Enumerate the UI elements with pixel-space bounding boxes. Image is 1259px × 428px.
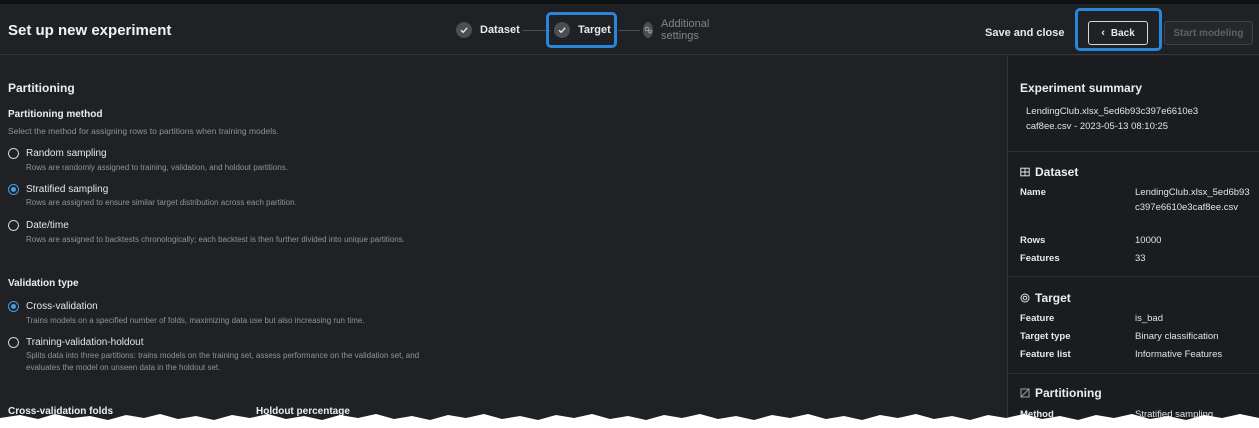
torn-edge bbox=[0, 414, 1259, 428]
target-feature-value: is_bad bbox=[1135, 313, 1163, 324]
experiment-summary-panel: Experiment summary LendingClub.xlsx_5ed6… bbox=[1008, 56, 1259, 428]
section-label: Target bbox=[1035, 291, 1071, 305]
dataset-name-value: LendingClub.xlsx_5ed6b93c397e6610e3caf8e… bbox=[1135, 187, 1250, 213]
partitioning-method-title: Partitioning method bbox=[8, 109, 103, 120]
option-desc: Splits data into three partitions: train… bbox=[26, 351, 420, 360]
step-connector bbox=[618, 30, 640, 31]
partitioning-title: Partitioning bbox=[8, 81, 75, 95]
radio-label: Stratified sampling bbox=[26, 184, 109, 195]
radio-random-sampling[interactable]: Random sampling bbox=[8, 148, 107, 159]
radio-button[interactable] bbox=[8, 184, 19, 195]
header: Set up new experiment Dataset Target Add… bbox=[0, 4, 1259, 55]
dataset-features-value: 33 bbox=[1135, 253, 1146, 264]
radio-date-time[interactable]: Date/time bbox=[8, 220, 69, 231]
section-separator bbox=[1008, 373, 1259, 374]
dataset-features-key: Features bbox=[1020, 253, 1060, 264]
dataset-name-key: Name bbox=[1020, 187, 1046, 198]
target-feature-list-key: Feature list bbox=[1020, 349, 1071, 360]
radio-label: Training-validation-holdout bbox=[26, 337, 144, 348]
step-label: Dataset bbox=[480, 24, 520, 36]
step-label: Target bbox=[578, 24, 611, 36]
option-desc: evaluates the model on unseen data in th… bbox=[26, 363, 221, 372]
save-and-close-button[interactable]: Save and close bbox=[985, 27, 1065, 39]
step-connector bbox=[522, 30, 550, 31]
table-icon bbox=[1020, 167, 1030, 177]
option-desc: Trains models on a specified number of f… bbox=[26, 316, 365, 325]
chevron-left-icon: ‹ bbox=[1101, 27, 1105, 39]
partitioning-section-title: Partitioning bbox=[1020, 386, 1102, 400]
summary-file-line1: LendingClub.xlsx_5ed6b93c397e6610e3 bbox=[1026, 106, 1199, 117]
radio-button[interactable] bbox=[8, 337, 19, 348]
radio-training-validation-holdout[interactable]: Training-validation-holdout bbox=[8, 337, 143, 348]
step-dataset[interactable]: Dataset bbox=[456, 21, 520, 39]
radio-label: Date/time bbox=[26, 220, 69, 231]
section-separator bbox=[1008, 276, 1259, 277]
step-target[interactable]: Target bbox=[554, 21, 611, 39]
target-type-value: Binary classification bbox=[1135, 331, 1219, 342]
check-icon bbox=[456, 22, 472, 38]
option-desc: Rows are assigned to backtests chronolog… bbox=[26, 235, 405, 244]
main-panel: Partitioning Partitioning method Select … bbox=[0, 56, 1007, 428]
radio-label: Cross-validation bbox=[26, 301, 98, 312]
start-modeling-button[interactable]: Start modeling bbox=[1164, 21, 1253, 45]
step-additional-settings[interactable]: Additional settings bbox=[643, 18, 715, 42]
back-button[interactable]: ‹ Back bbox=[1088, 21, 1148, 45]
radio-label: Random sampling bbox=[26, 148, 107, 159]
partitioning-method-desc: Select the method for assigning rows to … bbox=[8, 126, 279, 136]
section-label: Partitioning bbox=[1035, 386, 1102, 400]
dataset-rows-value: 10000 bbox=[1135, 235, 1162, 246]
section-label: Dataset bbox=[1035, 165, 1079, 179]
dataset-rows-key: Rows bbox=[1020, 235, 1046, 246]
back-label: Back bbox=[1110, 27, 1135, 39]
gears-icon bbox=[643, 22, 653, 38]
radio-stratified-sampling[interactable]: Stratified sampling bbox=[8, 184, 108, 195]
summary-title: Experiment summary bbox=[1020, 81, 1143, 95]
step-label: Additional settings bbox=[661, 18, 710, 42]
section-separator bbox=[1008, 151, 1259, 152]
target-icon bbox=[1020, 293, 1030, 303]
option-desc: Rows are assigned to ensure similar targ… bbox=[26, 198, 297, 207]
target-feature-key: Feature bbox=[1020, 313, 1055, 324]
radio-button[interactable] bbox=[8, 148, 19, 159]
target-type-key: Target type bbox=[1020, 331, 1071, 342]
partition-icon bbox=[1020, 388, 1030, 398]
dataset-section-title: Dataset bbox=[1020, 165, 1078, 179]
option-desc: Rows are randomly assigned to training, … bbox=[26, 163, 288, 172]
check-icon bbox=[554, 22, 570, 38]
page-title: Set up new experiment bbox=[8, 22, 172, 39]
radio-button[interactable] bbox=[8, 301, 19, 312]
validation-type-title: Validation type bbox=[8, 278, 79, 289]
radio-button[interactable] bbox=[8, 220, 19, 231]
target-feature-list-value: Informative Features bbox=[1135, 349, 1223, 360]
target-section-title: Target bbox=[1020, 291, 1071, 305]
summary-file-line2: caf8ee.csv - 2023-05-13 08:10:25 bbox=[1026, 121, 1169, 132]
radio-cross-validation[interactable]: Cross-validation bbox=[8, 301, 98, 312]
